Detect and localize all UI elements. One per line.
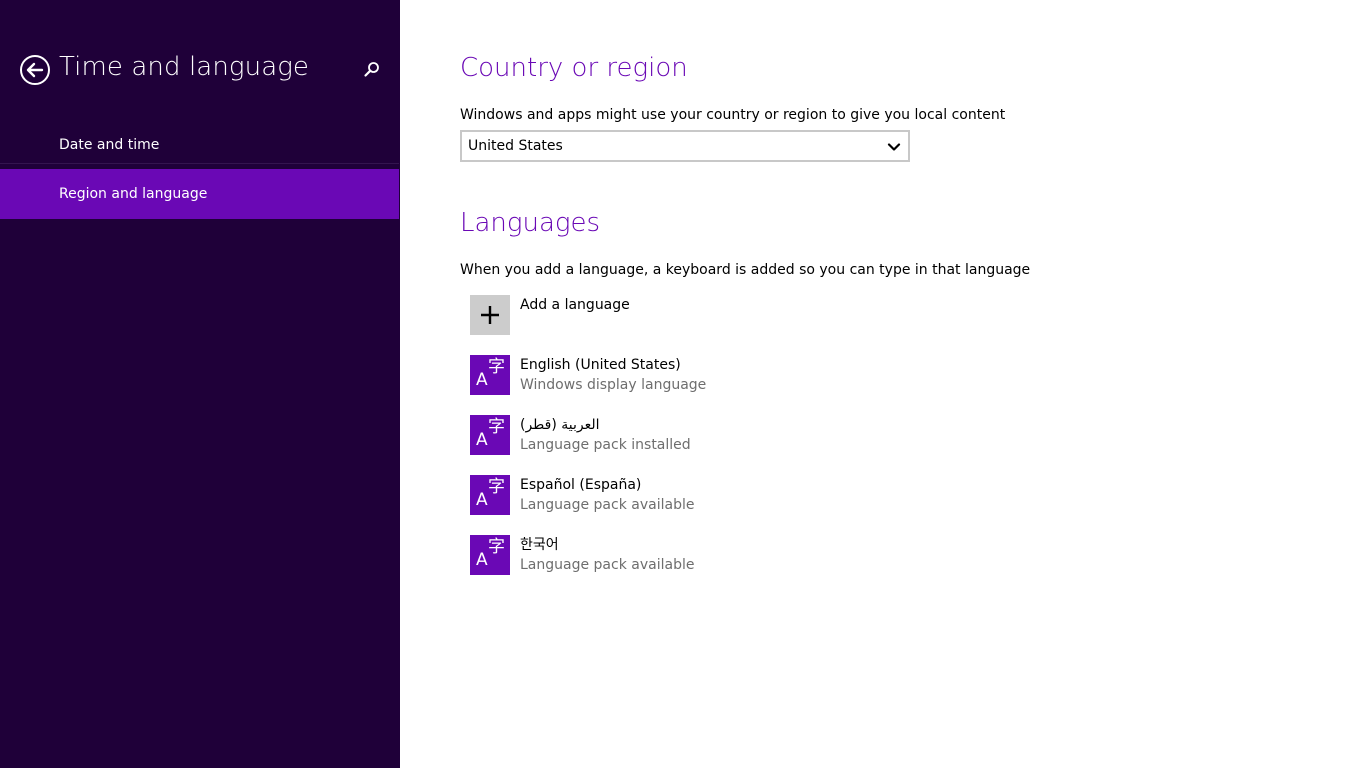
country-description: Windows and apps might use your country …	[460, 107, 1006, 123]
language-list: A字 English (United States) Windows displ…	[470, 355, 970, 595]
chevron-down-icon	[887, 143, 901, 151]
main-content: Country or region Windows and apps might…	[400, 0, 1366, 768]
language-icon: A字	[470, 415, 510, 455]
languages-section-title: Languages	[460, 208, 601, 238]
language-status: Language pack available	[520, 557, 695, 573]
language-icon: A字	[470, 535, 510, 575]
language-name: 한국어	[520, 537, 559, 553]
page-title: Time and language	[59, 52, 310, 82]
sidebar: Time and language Date and time Region a…	[0, 0, 400, 768]
language-icon: A字	[470, 475, 510, 515]
list-item[interactable]: A字 English (United States) Windows displ…	[470, 355, 970, 395]
search-icon	[364, 62, 379, 77]
back-button[interactable]	[19, 54, 51, 86]
language-name: Español (España)	[520, 477, 642, 493]
sidebar-item-label: Region and language	[59, 186, 208, 202]
back-arrow-icon	[20, 55, 50, 85]
languages-description: When you add a language, a keyboard is a…	[460, 262, 1031, 278]
language-status: Language pack available	[520, 497, 695, 513]
language-status: Language pack installed	[520, 437, 691, 453]
sidebar-item-date-and-time[interactable]: Date and time	[0, 120, 399, 164]
add-language-label: Add a language	[520, 297, 630, 313]
plus-icon	[481, 306, 499, 324]
language-name: English (United States)	[520, 357, 681, 373]
sidebar-item-label: Date and time	[59, 137, 160, 153]
sidebar-item-region-and-language[interactable]: Region and language	[0, 169, 399, 219]
add-language-tile	[470, 295, 510, 335]
search-button[interactable]	[360, 58, 384, 82]
settings-window: Time and language Date and time Region a…	[0, 0, 1366, 768]
add-language-button[interactable]: Add a language	[470, 295, 870, 335]
list-item[interactable]: A字 Español (España) Language pack availa…	[470, 475, 970, 515]
country-dropdown-value: United States	[468, 138, 563, 154]
language-name: العربية (قطر)	[520, 417, 600, 433]
language-icon: A字	[470, 355, 510, 395]
language-status: Windows display language	[520, 377, 707, 393]
sidebar-nav: Date and time Region and language	[0, 120, 399, 219]
country-dropdown[interactable]: United States	[460, 130, 910, 162]
country-section-title: Country or region	[460, 53, 688, 83]
list-item[interactable]: A字 한국어 Language pack available	[470, 535, 970, 575]
list-item[interactable]: A字 العربية (قطر) Language pack installed	[470, 415, 970, 455]
